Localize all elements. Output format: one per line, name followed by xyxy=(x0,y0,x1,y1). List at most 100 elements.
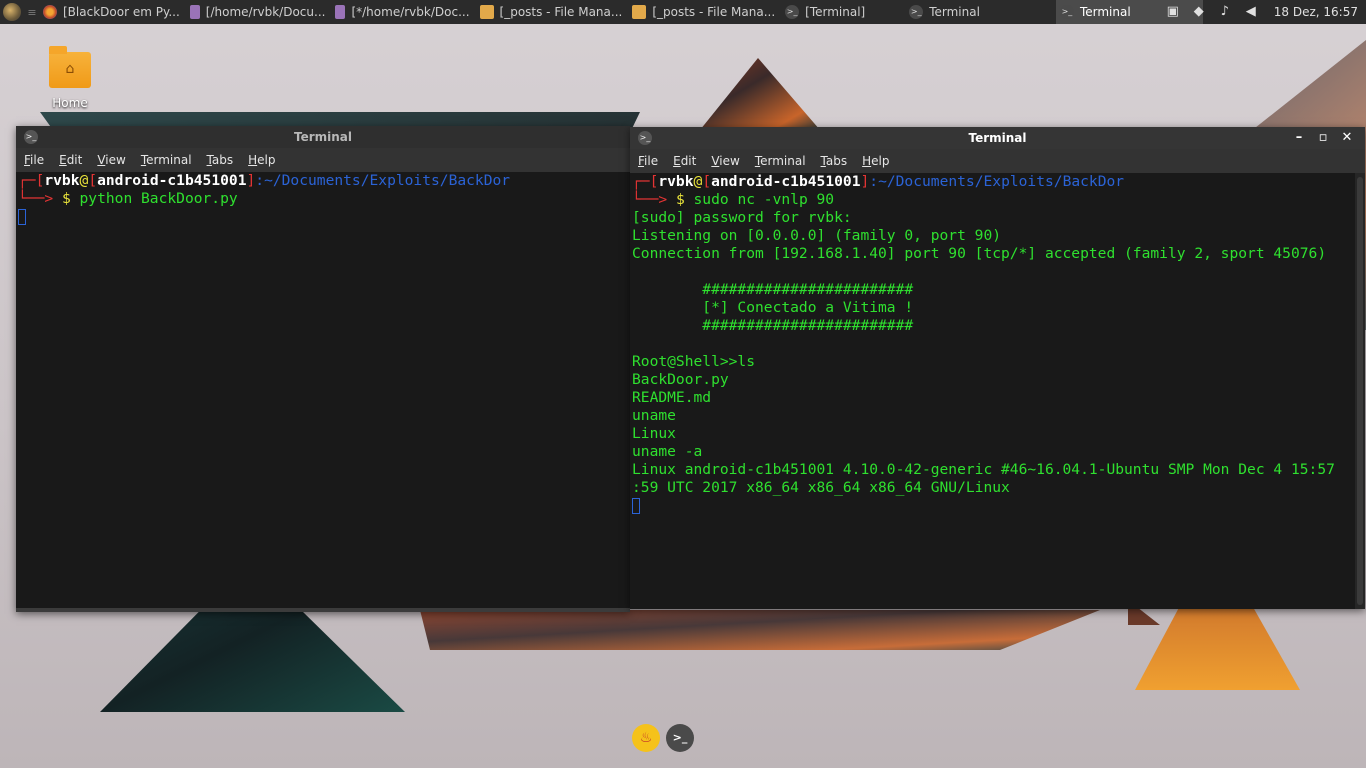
window-titlebar[interactable]: >_ Terminal xyxy=(16,126,630,148)
close-icon[interactable]: ✕ xyxy=(1335,127,1359,149)
terminal-icon: >_ xyxy=(1059,5,1074,19)
clipboard-icon[interactable]: ▣ xyxy=(1165,4,1181,20)
output-line: Linux xyxy=(632,425,676,442)
firefox-icon xyxy=(43,5,57,19)
output-line: ######################## xyxy=(632,317,914,334)
taskbar-item-terminal-1[interactable]: >_ [Terminal] xyxy=(781,0,905,24)
taskbar-item-label: [_posts - File Mana... xyxy=(652,5,776,19)
folder-icon xyxy=(479,5,494,19)
workspace-switcher-icon[interactable]: ≡ xyxy=(25,6,39,19)
terminal-window-left[interactable]: >_ Terminal File Edit View Terminal Tabs… xyxy=(16,126,630,612)
taskbar-item-label: [BlackDoor em Py... xyxy=(63,5,180,19)
terminal-text-area[interactable]: ┌─[rvbk@[android-c1b451001]:~/Documents/… xyxy=(630,173,1365,609)
menu-file[interactable]: File xyxy=(636,154,665,168)
prompt-path: :~/Documents/Exploits/BackDor xyxy=(869,173,1125,190)
prompt-user: rvbk xyxy=(44,172,80,189)
output-line: Root@Shell>>ls xyxy=(632,353,756,370)
menu-edit[interactable]: Edit xyxy=(671,154,703,168)
command-text: python BackDoor.py xyxy=(79,190,238,207)
app-launcher-genie-icon[interactable]: ♨ xyxy=(632,724,660,752)
output-line: :59 UTC 2017 x86_64 x86_64 x86_64 GNU/Li… xyxy=(632,479,1010,496)
output-line: [sudo] password for rvbk: xyxy=(632,209,852,226)
desktop-home-icon[interactable]: ⌂ Home xyxy=(40,46,100,110)
notification-bell-icon[interactable]: ♪ xyxy=(1217,4,1233,20)
maximize-icon[interactable]: ▫ xyxy=(1311,127,1335,149)
terminal-scrollbar[interactable] xyxy=(1355,173,1365,609)
menu-help[interactable]: Help xyxy=(246,153,282,167)
menu-file[interactable]: File xyxy=(22,153,51,167)
taskbar-item-label: [/home/rvbk/Docu... xyxy=(205,5,326,19)
dock: ♨ >_ xyxy=(632,724,694,752)
menu-terminal[interactable]: Terminal xyxy=(139,153,199,167)
taskbar-item-firefox[interactable]: [BlackDoor em Py... xyxy=(39,0,186,24)
taskbar-item-filemanager-2[interactable]: [_posts - File Mana... xyxy=(628,0,781,24)
menu-tabs[interactable]: Tabs xyxy=(205,153,241,167)
menu-view[interactable]: View xyxy=(709,154,746,168)
terminal-icon: >_ xyxy=(785,5,800,19)
taskbar-item-filemanager-1[interactable]: [_posts - File Mana... xyxy=(476,0,629,24)
taskbar-item-label: [*/home/rvbk/Doc... xyxy=(351,5,470,19)
output-line: Linux android-c1b451001 4.10.0-42-generi… xyxy=(632,461,1335,478)
command-line: └──> $ python BackDoor.py xyxy=(18,190,238,207)
taskbar-item-editor-2[interactable]: [*/home/rvbk/Doc... xyxy=(331,0,475,24)
output-line: ######################## xyxy=(632,281,914,298)
app-menu-icon[interactable] xyxy=(3,3,21,21)
desktop-icon-label: Home xyxy=(52,96,88,110)
prompt-user: rvbk xyxy=(658,173,694,190)
terminal-icon: >_ xyxy=(638,131,652,145)
terminal-window-right[interactable]: >_ Terminal – ▫ ✕ File Edit View Termina… xyxy=(630,127,1365,609)
window-title: Terminal xyxy=(293,130,353,144)
wifi-icon[interactable]: ◆ xyxy=(1191,4,1207,20)
menu-terminal[interactable]: Terminal xyxy=(753,154,813,168)
volume-icon[interactable]: ◀ xyxy=(1243,4,1259,20)
output-line: uname -a xyxy=(632,443,703,460)
dock-terminal-icon[interactable]: >_ xyxy=(666,724,694,752)
taskbar-item-editor-1[interactable]: [/home/rvbk/Docu... xyxy=(186,0,332,24)
menu-view[interactable]: View xyxy=(95,153,132,167)
top-panel: ≡ [BlackDoor em Py... [/home/rvbk/Docu..… xyxy=(0,0,1366,24)
prompt-host: android-c1b451001 xyxy=(97,172,247,189)
text-cursor xyxy=(632,498,640,514)
taskbar-item-label: Terminal xyxy=(929,5,980,19)
output-line: BackDoor.py xyxy=(632,371,729,388)
command-line: └──> $ sudo nc -vnlp 90 xyxy=(632,191,835,208)
output-line: README.md xyxy=(632,389,712,406)
text-cursor xyxy=(18,209,26,225)
menu-tabs[interactable]: Tabs xyxy=(819,154,855,168)
prompt-host: android-c1b451001 xyxy=(711,173,861,190)
prompt-line: ┌─[rvbk@[android-c1b451001]:~/Documents/… xyxy=(18,172,511,189)
output-line: Listening on [0.0.0.0] (family 0, port 9… xyxy=(632,227,1002,244)
terminal-icon: >_ xyxy=(24,130,38,144)
text-editor-icon xyxy=(335,5,346,19)
taskbar-item-label: [_posts - File Mana... xyxy=(499,5,623,19)
window-titlebar[interactable]: >_ Terminal – ▫ ✕ xyxy=(630,127,1365,149)
command-text: sudo nc -vnlp 90 xyxy=(693,191,835,208)
terminal-icon: >_ xyxy=(909,5,924,19)
terminal-text-area[interactable]: ┌─[rvbk@[android-c1b451001]:~/Documents/… xyxy=(16,172,630,612)
output-line: Connection from [192.168.1.40] port 90 [… xyxy=(632,245,1327,262)
minimize-icon[interactable]: – xyxy=(1287,127,1311,149)
taskbar-item-terminal-2[interactable]: >_ Terminal xyxy=(905,0,1056,24)
window-controls: – ▫ ✕ xyxy=(1287,127,1359,149)
taskbar-item-label: [Terminal] xyxy=(805,5,866,19)
prompt-path: :~/Documents/Exploits/BackDor xyxy=(255,172,511,189)
window-title: Terminal xyxy=(968,131,1027,145)
house-icon: ⌂ xyxy=(65,61,75,77)
window-menubar: File Edit View Terminal Tabs Help xyxy=(630,149,1365,173)
output-line: uname xyxy=(632,407,676,424)
prompt-line: ┌─[rvbk@[android-c1b451001]:~/Documents/… xyxy=(632,173,1125,190)
scrollbar-thumb[interactable] xyxy=(1357,177,1363,605)
text-editor-icon xyxy=(189,5,200,19)
system-tray: ▣ ◆ ♪ ◀ 18 Dez, 16:57 xyxy=(1160,0,1366,24)
output-line: [*] Conectado a Vitima ! xyxy=(632,299,914,316)
menu-edit[interactable]: Edit xyxy=(57,153,89,167)
window-bottom-edge xyxy=(16,608,630,612)
window-menubar: File Edit View Terminal Tabs Help xyxy=(16,148,630,172)
folder-icon xyxy=(632,5,647,19)
home-folder-icon: ⌂ xyxy=(49,46,91,88)
clock[interactable]: 18 Dez, 16:57 xyxy=(1274,5,1358,19)
taskbar-item-label: Terminal xyxy=(1079,5,1131,19)
menu-help[interactable]: Help xyxy=(860,154,896,168)
